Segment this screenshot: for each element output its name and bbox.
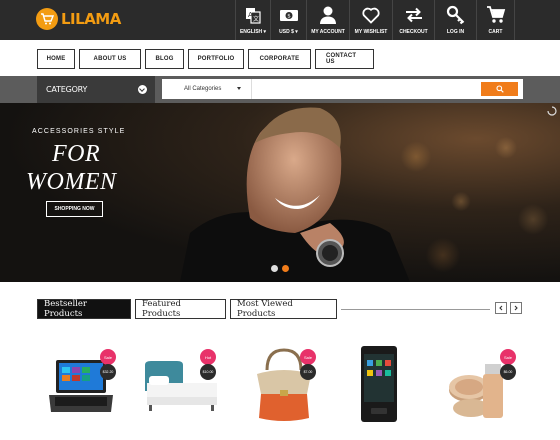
hero-title-line2: WOMEN: [26, 169, 117, 195]
carousel-next-button[interactable]: [510, 302, 522, 314]
tab-most-viewed[interactable]: Most Viewed Products: [230, 299, 337, 319]
currency-selector[interactable]: $ USD $ ▾: [270, 0, 306, 40]
hero-subtitle: ACCESSORIES STYLE: [32, 128, 126, 135]
tab-featured[interactable]: Featured Products: [135, 299, 226, 319]
heart-icon: [362, 7, 380, 24]
top-nav: A文 ENGLISH ▾ $ USD $ ▾ MY ACCOUNT MY WIS…: [235, 0, 515, 40]
search-box: All Categories: [162, 79, 523, 99]
price-badge: $32.20: [100, 364, 116, 380]
sale-badge: Sale: [500, 349, 516, 365]
hero-slider: ACCESSORIES STYLE FOR WOMEN SHOPPING NOW: [0, 103, 560, 282]
search-icon: [495, 85, 504, 93]
svg-text:文: 文: [253, 15, 259, 23]
menu-item-corporate[interactable]: CORPORATE: [248, 49, 311, 69]
product-tabs: Bestseller Products Featured Products Mo…: [37, 299, 337, 319]
sale-badge: Sale: [300, 349, 316, 365]
product-card[interactable]: Hot $10.00: [137, 340, 227, 440]
my-account-link[interactable]: MY ACCOUNT: [306, 0, 349, 40]
search-button[interactable]: [481, 82, 518, 96]
logo-text: LILAMA: [61, 10, 121, 28]
price-badge: $10.00: [200, 364, 216, 380]
menu-item-portfolio[interactable]: PORTFOLIO: [188, 49, 244, 69]
checkout-label: CHECKOUT: [399, 29, 428, 35]
search-category-value: All Categories: [184, 86, 222, 92]
product-card[interactable]: Sale $6.00: [437, 340, 527, 440]
menu-item-home[interactable]: HOME: [37, 49, 75, 69]
slider-dot-1[interactable]: [271, 265, 278, 272]
menu-item-about-us[interactable]: ABOUT US: [79, 49, 141, 69]
loading-spinner-icon: [547, 106, 557, 116]
chevron-right-icon: [514, 305, 518, 311]
hero-model-image: [180, 107, 410, 282]
language-label: ENGLISH ▾: [239, 29, 267, 35]
top-bar: LILAMA A文 ENGLISH ▾ $ USD $ ▾ MY ACCOUNT…: [0, 0, 560, 40]
product-card[interactable]: Sale $7.00: [237, 340, 327, 440]
tab-divider: [341, 309, 490, 310]
site-logo[interactable]: LILAMA: [36, 7, 121, 31]
svg-text:$: $: [287, 14, 291, 20]
category-dropdown[interactable]: CATEGORY: [37, 76, 155, 103]
category-label: CATEGORY: [46, 85, 88, 94]
login-label: LOG IN: [446, 29, 465, 35]
cart-icon: [486, 6, 505, 23]
chevron-down-icon: [138, 85, 147, 94]
key-icon: [446, 5, 464, 25]
tab-bestseller[interactable]: Bestseller Products: [37, 299, 131, 319]
my-wishlist-label: MY WISHLIST: [354, 29, 388, 35]
user-icon: [320, 6, 336, 24]
category-search-bar: CATEGORY All Categories: [0, 76, 560, 103]
price-badge: $7.00: [300, 364, 316, 380]
search-input[interactable]: [254, 79, 479, 99]
chevron-left-icon: [499, 305, 503, 311]
my-account-label: MY ACCOUNT: [311, 29, 345, 35]
cart-label: CART: [488, 29, 503, 35]
hot-badge: Hot: [200, 349, 216, 365]
price-badge: $6.00: [500, 364, 516, 380]
menu-item-blog[interactable]: BLOG: [145, 49, 184, 69]
slider-dot-2[interactable]: [282, 265, 289, 272]
product-card[interactable]: Sale $32.20: [37, 340, 127, 440]
currency-label: USD $ ▾: [279, 29, 298, 35]
carousel-prev-button[interactable]: [495, 302, 507, 314]
login-link[interactable]: LOG IN: [434, 0, 476, 40]
currency-icon: $: [279, 10, 298, 21]
cart-link[interactable]: CART: [476, 0, 515, 40]
sale-badge: Sale: [100, 349, 116, 365]
my-wishlist-link[interactable]: MY WISHLIST: [349, 0, 392, 40]
caret-down-icon: [237, 87, 241, 90]
language-icon: A文: [246, 8, 261, 24]
swap-arrows-icon: [405, 7, 422, 23]
main-menu: HOME ABOUT US BLOG PORTFOLIO CORPORATE C…: [37, 49, 374, 69]
smartphone-image: [361, 346, 397, 422]
logo-cart-icon: [36, 8, 58, 30]
menu-item-contact-us[interactable]: CONTACT US: [315, 49, 374, 69]
hero-title-line1: FOR: [52, 141, 101, 167]
search-category-select[interactable]: All Categories: [162, 79, 252, 99]
shop-now-button[interactable]: SHOPPING NOW: [46, 201, 103, 217]
language-selector[interactable]: A文 ENGLISH ▾: [235, 0, 270, 40]
product-card[interactable]: [337, 340, 427, 440]
checkout-link[interactable]: CHECKOUT: [392, 0, 434, 40]
